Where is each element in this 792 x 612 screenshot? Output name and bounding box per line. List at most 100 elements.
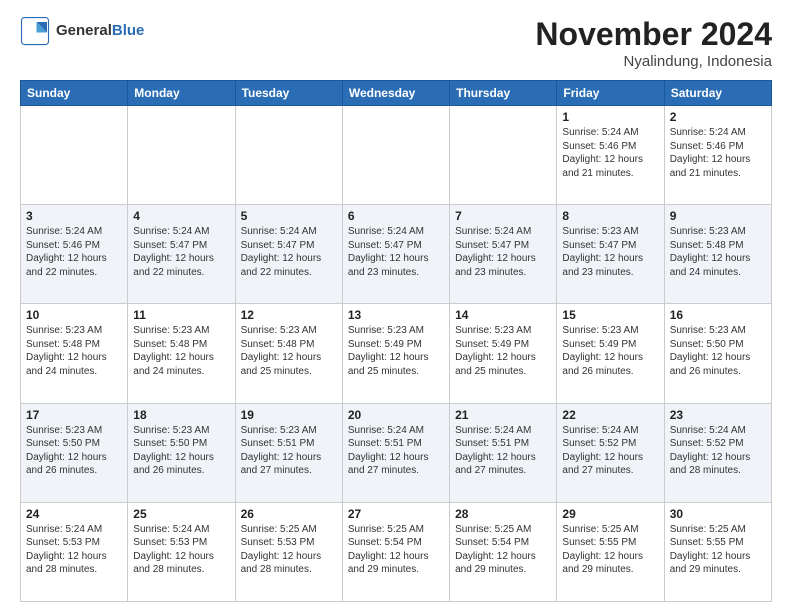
- calendar-cell: 16 Sunrise: 5:23 AM Sunset: 5:50 PM Dayli…: [664, 304, 771, 403]
- day-number: 11: [133, 308, 229, 322]
- calendar-cell: 18 Sunrise: 5:23 AM Sunset: 5:50 PM Dayli…: [128, 403, 235, 502]
- day-info: Sunrise: 5:24 AM Sunset: 5:47 PM Dayligh…: [241, 225, 337, 279]
- calendar-title: November 2024: [535, 16, 772, 53]
- day-number: 16: [670, 308, 766, 322]
- day-number: 13: [348, 308, 444, 322]
- calendar-cell: 24Sunrise: 5:24 AM Sunset: 5:53 PM Dayli…: [21, 502, 128, 601]
- calendar-cell: 13 Sunrise: 5:23 AM Sunset: 5:49 PM Dayli…: [342, 304, 449, 403]
- calendar-cell: 19 Sunrise: 5:23 AM Sunset: 5:51 PM Dayli…: [235, 403, 342, 502]
- day-number: 2: [670, 110, 766, 124]
- day-info: Sunrise: 5:24 AM Sunset: 5:46 PM Dayligh…: [562, 126, 658, 180]
- calendar-cell: 6 Sunrise: 5:24 AM Sunset: 5:47 PM Daylig…: [342, 205, 449, 304]
- day-number: 17: [26, 408, 122, 422]
- day-number: 26: [241, 507, 337, 521]
- logo-blue: Blue: [112, 22, 145, 39]
- calendar-cell: 12Sunrise: 5:23 AM Sunset: 5:48 PM Dayli…: [235, 304, 342, 403]
- day-info: Sunrise: 5:24 AM Sunset: 5:51 PM Dayligh…: [455, 424, 551, 478]
- page: GeneralBlue November 2024 Nyalindung, In…: [0, 0, 792, 612]
- day-number: 25: [133, 507, 229, 521]
- day-number: 15: [562, 308, 658, 322]
- calendar-week-2: 3Sunrise: 5:24 AM Sunset: 5:46 PM Daylig…: [21, 205, 772, 304]
- calendar-cell: 10Sunrise: 5:23 AM Sunset: 5:48 PM Dayli…: [21, 304, 128, 403]
- day-info: Sunrise: 5:23 AM Sunset: 5:50 PM Dayligh…: [26, 424, 122, 478]
- calendar-week-5: 24Sunrise: 5:24 AM Sunset: 5:53 PM Dayli…: [21, 502, 772, 601]
- day-info: Sunrise: 5:24 AM Sunset: 5:51 PM Dayligh…: [348, 424, 444, 478]
- calendar-cell: [342, 106, 449, 205]
- day-number: 22: [562, 408, 658, 422]
- day-number: 10: [26, 308, 122, 322]
- calendar-week-3: 10 Sunrise: 5:23 AM Sunset: 5:48 PM Dayli…: [21, 304, 772, 403]
- calendar-cell: 15 Sunrise: 5:23 AM Sunset: 5:49 PM Dayli…: [557, 304, 664, 403]
- day-number: 6: [348, 209, 444, 223]
- day-number: 28: [455, 507, 551, 521]
- weekday-monday: Monday: [128, 81, 235, 106]
- weekday-wednesday: Wednesday: [342, 81, 449, 106]
- day-info: Sunrise: 5:25 AM Sunset: 5:54 PM Dayligh…: [348, 523, 444, 577]
- day-number: 20: [348, 408, 444, 422]
- calendar-cell: 21 Sunrise: 5:24 AM Sunset: 5:51 PM Dayli…: [450, 403, 557, 502]
- calendar-cell: 23Sunrise: 5:24 AM Sunset: 5:52 PM Dayli…: [664, 403, 771, 502]
- calendar-cell: [235, 106, 342, 205]
- day-number: 21: [455, 408, 551, 422]
- day-number: 8: [562, 209, 658, 223]
- day-info: Sunrise: 5:24 AM Sunset: 5:53 PM Dayligh…: [26, 523, 122, 577]
- day-info: Sunrise: 5:25 AM Sunset: 5:55 PM Dayligh…: [562, 523, 658, 577]
- day-info: Sunrise: 5:25 AM Sunset: 5:54 PM Dayligh…: [455, 523, 551, 577]
- day-number: 5: [241, 209, 337, 223]
- day-number: 18: [133, 408, 229, 422]
- calendar-cell: 8 Sunrise: 5:23 AM Sunset: 5:47 PM Daylig…: [557, 205, 664, 304]
- day-number: 27: [348, 507, 444, 521]
- calendar-cell: 22 Sunrise: 5:24 AM Sunset: 5:52 PM Dayli…: [557, 403, 664, 502]
- logo-text: GeneralBlue: [56, 22, 144, 40]
- day-info: Sunrise: 5:25 AM Sunset: 5:55 PM Dayligh…: [670, 523, 766, 577]
- header: GeneralBlue November 2024 Nyalindung, In…: [20, 16, 772, 70]
- calendar-cell: 14 Sunrise: 5:23 AM Sunset: 5:49 PM Dayli…: [450, 304, 557, 403]
- day-number: 30: [670, 507, 766, 521]
- day-info: Sunrise: 5:24 AM Sunset: 5:46 PM Dayligh…: [670, 126, 766, 180]
- day-info: Sunrise: 5:24 AM Sunset: 5:53 PM Dayligh…: [133, 523, 229, 577]
- calendar-cell: [128, 106, 235, 205]
- calendar-cell: 3Sunrise: 5:24 AM Sunset: 5:46 PM Daylig…: [21, 205, 128, 304]
- weekday-header-row: SundayMondayTuesdayWednesdayThursdayFrid…: [21, 81, 772, 106]
- day-number: 4: [133, 209, 229, 223]
- day-info: Sunrise: 5:23 AM Sunset: 5:49 PM Dayligh…: [348, 324, 444, 378]
- day-info: Sunrise: 5:23 AM Sunset: 5:50 PM Dayligh…: [670, 324, 766, 378]
- calendar-header: SundayMondayTuesdayWednesdayThursdayFrid…: [21, 81, 772, 106]
- day-info: Sunrise: 5:23 AM Sunset: 5:50 PM Dayligh…: [133, 424, 229, 478]
- calendar-week-4: 17 Sunrise: 5:23 AM Sunset: 5:50 PM Dayli…: [21, 403, 772, 502]
- day-info: Sunrise: 5:24 AM Sunset: 5:47 PM Dayligh…: [348, 225, 444, 279]
- day-info: Sunrise: 5:24 AM Sunset: 5:47 PM Dayligh…: [133, 225, 229, 279]
- weekday-friday: Friday: [557, 81, 664, 106]
- day-info: Sunrise: 5:23 AM Sunset: 5:51 PM Dayligh…: [241, 424, 337, 478]
- day-number: 19: [241, 408, 337, 422]
- day-info: Sunrise: 5:23 AM Sunset: 5:49 PM Dayligh…: [455, 324, 551, 378]
- calendar-cell: 2 Sunrise: 5:24 AM Sunset: 5:46 PM Daylig…: [664, 106, 771, 205]
- calendar-cell: 5 Sunrise: 5:24 AM Sunset: 5:47 PM Daylig…: [235, 205, 342, 304]
- day-info: Sunrise: 5:24 AM Sunset: 5:52 PM Dayligh…: [562, 424, 658, 478]
- weekday-saturday: Saturday: [664, 81, 771, 106]
- calendar-cell: [450, 106, 557, 205]
- title-block: November 2024 Nyalindung, Indonesia: [535, 16, 772, 70]
- day-info: Sunrise: 5:23 AM Sunset: 5:48 PM Dayligh…: [133, 324, 229, 378]
- day-info: Sunrise: 5:23 AM Sunset: 5:47 PM Dayligh…: [562, 225, 658, 279]
- weekday-tuesday: Tuesday: [235, 81, 342, 106]
- calendar-cell: 7Sunrise: 5:24 AM Sunset: 5:47 PM Daylig…: [450, 205, 557, 304]
- logo: GeneralBlue: [20, 16, 144, 46]
- calendar-cell: 4 Sunrise: 5:24 AM Sunset: 5:47 PM Daylig…: [128, 205, 235, 304]
- logo-icon: [20, 16, 50, 46]
- day-info: Sunrise: 5:23 AM Sunset: 5:49 PM Dayligh…: [562, 324, 658, 378]
- day-number: 29: [562, 507, 658, 521]
- calendar-cell: 25 Sunrise: 5:24 AM Sunset: 5:53 PM Dayli…: [128, 502, 235, 601]
- calendar-cell: 26 Sunrise: 5:25 AM Sunset: 5:53 PM Dayli…: [235, 502, 342, 601]
- day-info: Sunrise: 5:24 AM Sunset: 5:47 PM Dayligh…: [455, 225, 551, 279]
- day-number: 3: [26, 209, 122, 223]
- calendar-cell: 20 Sunrise: 5:24 AM Sunset: 5:51 PM Dayli…: [342, 403, 449, 502]
- day-number: 14: [455, 308, 551, 322]
- day-info: Sunrise: 5:23 AM Sunset: 5:48 PM Dayligh…: [670, 225, 766, 279]
- calendar-cell: 9Sunrise: 5:23 AM Sunset: 5:48 PM Daylig…: [664, 205, 771, 304]
- calendar-cell: 27 Sunrise: 5:25 AM Sunset: 5:54 PM Dayli…: [342, 502, 449, 601]
- weekday-sunday: Sunday: [21, 81, 128, 106]
- weekday-thursday: Thursday: [450, 81, 557, 106]
- day-number: 12: [241, 308, 337, 322]
- day-info: Sunrise: 5:25 AM Sunset: 5:53 PM Dayligh…: [241, 523, 337, 577]
